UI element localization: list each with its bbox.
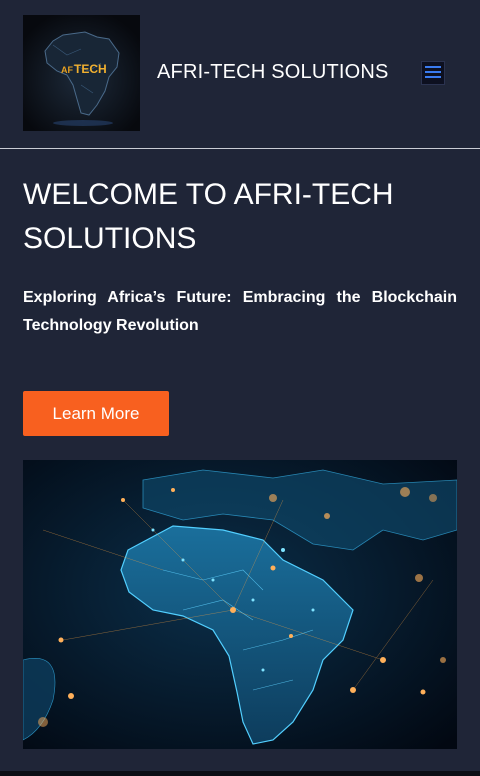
bottom-bar (0, 771, 480, 776)
site-logo[interactable]: AF TECH (23, 15, 140, 131)
hero-subtitle: Exploring Africa’s Future: Embracing the… (23, 289, 457, 334)
header-divider (0, 148, 480, 149)
learn-more-button[interactable]: Learn More (23, 391, 169, 436)
menu-button[interactable] (421, 61, 445, 85)
africa-logo-icon: AF TECH (23, 15, 140, 131)
hamburger-menu-icon (425, 66, 441, 68)
hero-image (23, 460, 457, 749)
logo-text: TECH (74, 62, 107, 76)
hero-title: WELCOME TO AFRI-TECH SOLUTIONS (23, 178, 394, 255)
logo-prefix: AF (61, 65, 73, 75)
site-title[interactable]: AFRI-TECH SOLUTIONS (157, 61, 389, 84)
africa-network-map-icon (23, 460, 457, 749)
page: AF TECH AFRI-TECH SOLUTIONS WELCOME TO A… (0, 0, 480, 776)
site-header: AF TECH AFRI-TECH SOLUTIONS (0, 0, 480, 148)
